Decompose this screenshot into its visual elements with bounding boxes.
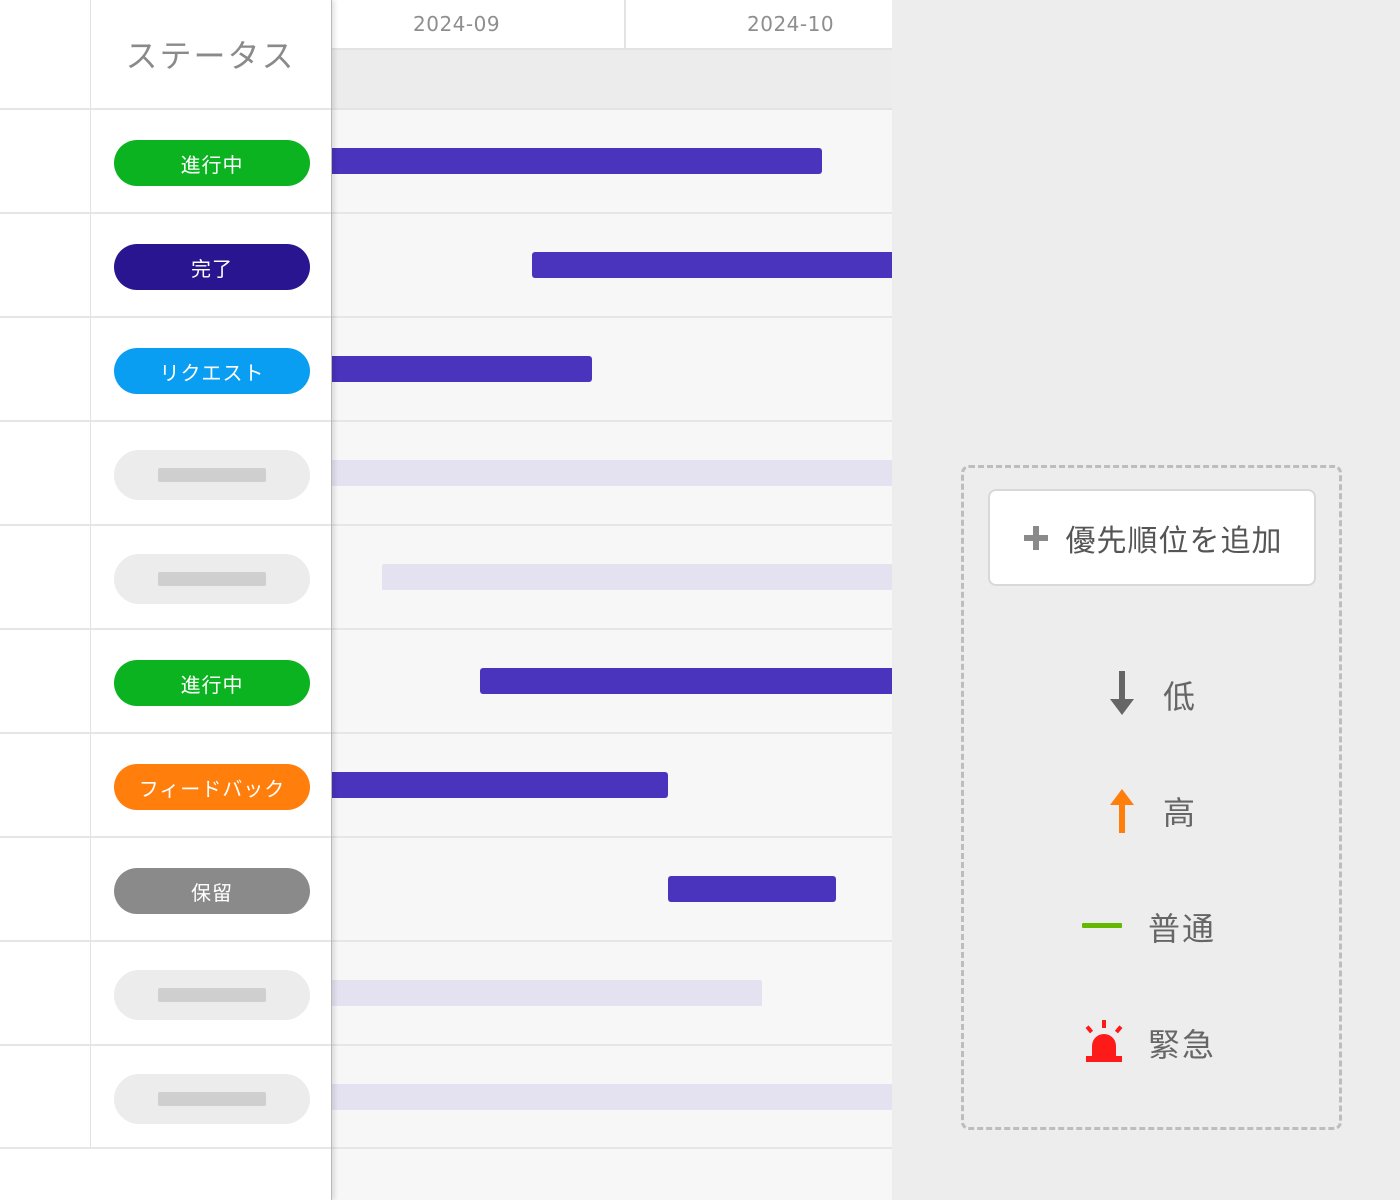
row-divider: [0, 108, 331, 110]
row-divider: [0, 316, 331, 318]
dash-icon: [1072, 896, 1132, 956]
priority-label: 高: [1163, 794, 1198, 832]
row-divider: [331, 628, 892, 630]
row-divider: [0, 524, 331, 526]
task-bar[interactable]: [532, 252, 892, 278]
placeholder-bar: [158, 988, 266, 1002]
gantt-grid: ステータス 進行中 完了 リクエスト 進行中 フィードバック 保留 2024-0…: [0, 0, 892, 1200]
month-header: 2024-09 2024-10: [331, 0, 892, 50]
status-pill-placeholder[interactable]: [114, 1074, 310, 1124]
left-columns: ステータス 進行中 完了 リクエスト 進行中 フィードバック 保留: [0, 0, 332, 1200]
placeholder-bar: [158, 572, 266, 586]
task-bar[interactable]: [329, 148, 822, 174]
row-divider: [331, 940, 892, 942]
row-divider: [331, 212, 892, 214]
priority-label: 低: [1163, 678, 1198, 716]
status-pill-placeholder[interactable]: [114, 970, 310, 1020]
row-divider: [331, 316, 892, 318]
task-bar-placeholder[interactable]: [329, 1084, 892, 1110]
plus-icon: [1023, 525, 1048, 550]
timeline: 2024-09 2024-10: [329, 0, 892, 1200]
arrow-down-icon: [1092, 664, 1152, 724]
task-bar[interactable]: [329, 356, 592, 382]
row-divider: [331, 420, 892, 422]
row-divider: [331, 732, 892, 734]
task-bar[interactable]: [329, 772, 668, 798]
task-bar-placeholder[interactable]: [329, 460, 892, 486]
row-divider: [0, 836, 331, 838]
task-bar-placeholder[interactable]: [329, 980, 762, 1006]
priority-item-high[interactable]: 高: [1070, 780, 1290, 840]
priority-item-urgent[interactable]: 緊急: [1070, 1012, 1290, 1072]
status-pill-done[interactable]: 完了: [114, 244, 310, 290]
row-divider: [0, 1044, 331, 1046]
row-divider: [0, 732, 331, 734]
add-priority-label: 優先順位を追加: [1065, 523, 1283, 559]
priority-label: 普通: [1148, 910, 1217, 948]
priority-label: 緊急: [1148, 1026, 1217, 1064]
app-window: ステータス 進行中 完了 リクエスト 進行中 フィードバック 保留 2024-0…: [0, 0, 1400, 1200]
status-pill-placeholder[interactable]: [114, 554, 310, 604]
add-priority-button[interactable]: 優先順位を追加: [988, 489, 1316, 586]
siren-icon: [1074, 1012, 1134, 1072]
status-pill-feedback[interactable]: フィードバック: [114, 764, 310, 810]
status-pill-placeholder[interactable]: [114, 450, 310, 500]
status-pill-inprogress[interactable]: 進行中: [114, 140, 310, 186]
row-divider: [0, 940, 331, 942]
placeholder-bar: [158, 1092, 266, 1106]
month-divider: [624, 0, 626, 48]
status-pill-inprogress[interactable]: 進行中: [114, 660, 310, 706]
priority-item-low[interactable]: 低: [1070, 664, 1290, 724]
task-bar[interactable]: [480, 668, 892, 694]
arrow-up-icon: [1092, 780, 1152, 840]
row-divider: [0, 420, 331, 422]
row-divider: [331, 1044, 892, 1046]
task-bar-placeholder[interactable]: [382, 564, 892, 590]
priority-item-normal[interactable]: 普通: [1070, 896, 1290, 956]
status-pill-request[interactable]: リクエスト: [114, 348, 310, 394]
row-divider: [0, 212, 331, 214]
column-divider: [90, 0, 91, 1148]
month-label: 2024-09: [413, 12, 501, 36]
row-divider: [0, 1147, 331, 1149]
row-divider: [331, 524, 892, 526]
status-pill-hold[interactable]: 保留: [114, 868, 310, 914]
row-divider: [331, 1147, 892, 1149]
placeholder-bar: [158, 468, 266, 482]
timeline-subheader: [331, 50, 892, 110]
task-bar[interactable]: [668, 876, 836, 902]
row-divider: [0, 628, 331, 630]
status-column-header[interactable]: ステータス: [91, 0, 330, 108]
month-label: 2024-10: [747, 12, 835, 36]
row-divider: [331, 836, 892, 838]
